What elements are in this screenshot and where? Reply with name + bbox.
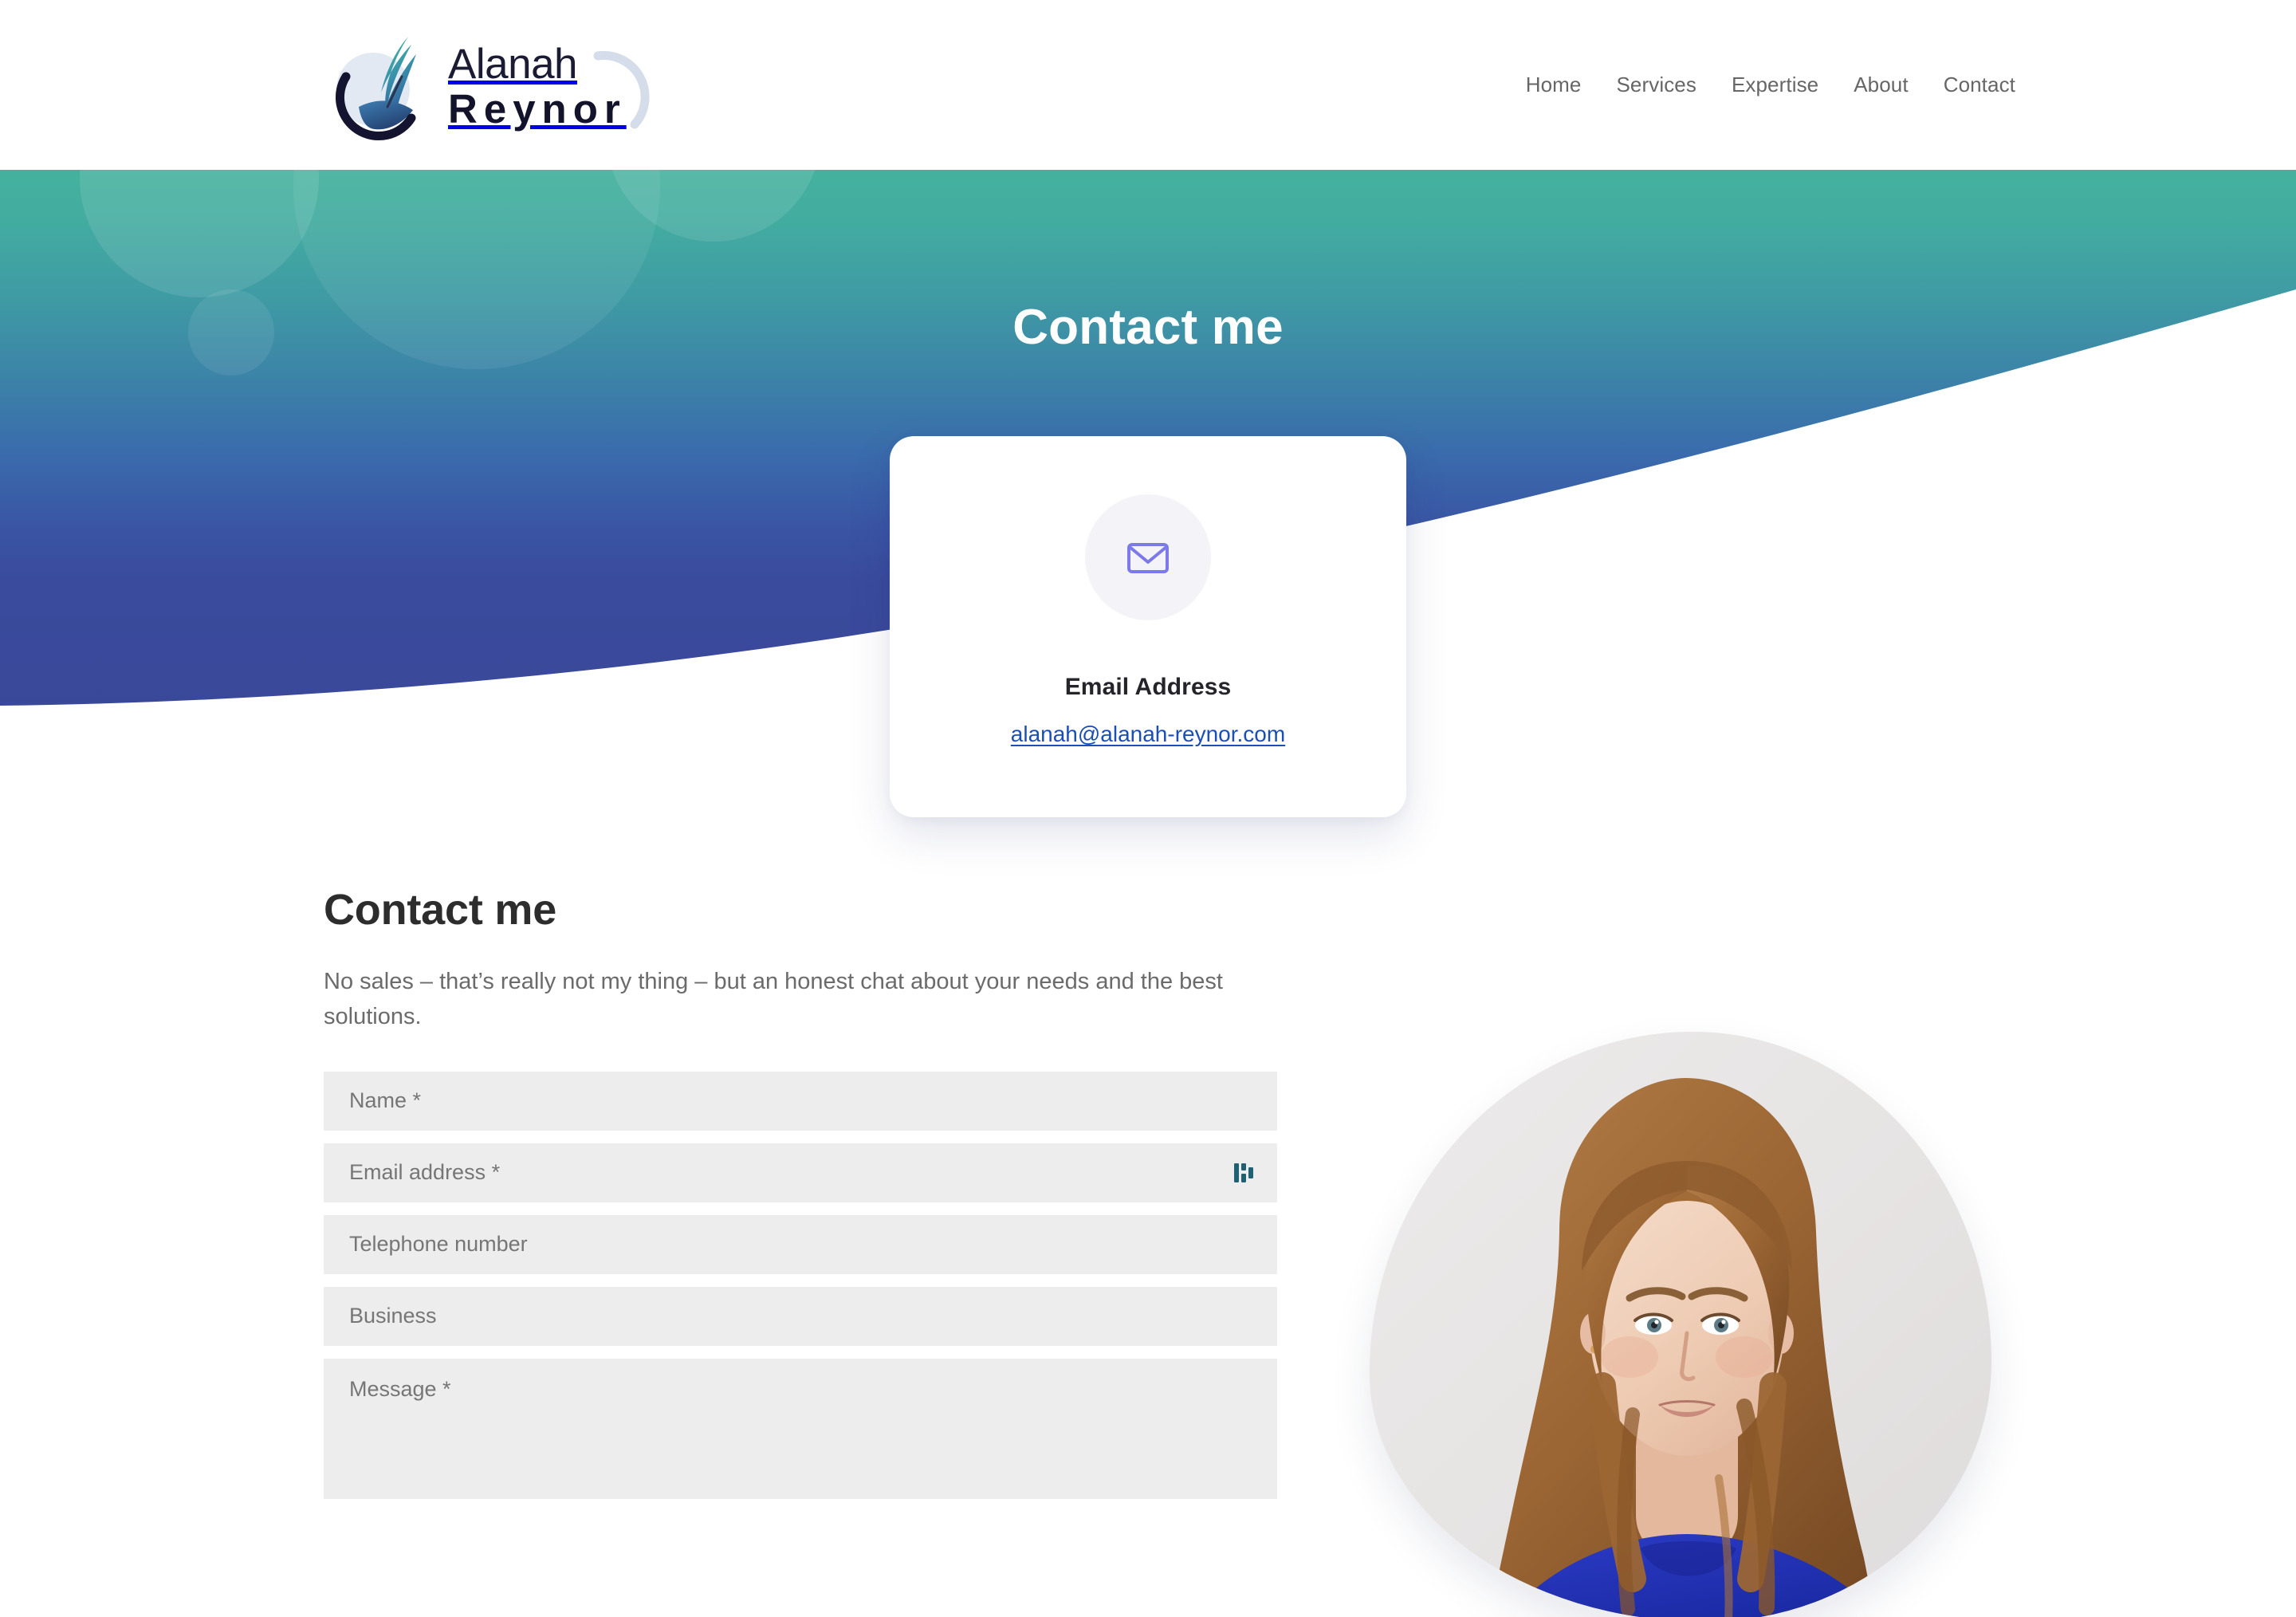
email-input-placeholder: Email address * <box>349 1160 501 1185</box>
main-navigation: Home Services Expertise About Contact <box>1526 0 2015 170</box>
password-manager-icon[interactable] <box>1233 1161 1255 1185</box>
section-heading: Contact me <box>324 886 557 934</box>
email-address-link[interactable]: alanah@alanah-reynor.com <box>1011 722 1285 747</box>
nav-item-services[interactable]: Services <box>1616 73 1696 97</box>
contact-form-column: Contact me No sales – that’s really not … <box>324 886 1277 1512</box>
email-card-heading: Email Address <box>1064 674 1232 700</box>
logo-last-name: Reynor <box>448 86 627 132</box>
logo-first-name: Alanah <box>448 41 578 88</box>
nav-item-expertise[interactable]: Expertise <box>1732 73 1818 97</box>
form-row-telephone: Telephone number <box>324 1214 1277 1274</box>
form-row-email: Email address * <box>324 1143 1277 1202</box>
portrait-blob-mask <box>1370 1032 1991 1617</box>
envelope-icon <box>1085 494 1211 620</box>
business-input[interactable]: Business <box>324 1286 1277 1346</box>
feather-quill-icon <box>325 30 445 142</box>
site-logo[interactable]: Alanah Reynor <box>325 30 668 142</box>
contact-form: Name * Email address * Telephone number … <box>324 1071 1277 1499</box>
nav-item-home[interactable]: Home <box>1526 73 1582 97</box>
contact-page: Alanah Reynor Home Services Expertise Ab… <box>0 0 2296 1617</box>
business-input-placeholder: Business <box>349 1304 437 1328</box>
portrait-photo <box>1370 1032 1991 1617</box>
nav-item-about[interactable]: About <box>1854 73 1908 97</box>
email-address-card: Email Address alanah@alanah-reynor.com <box>890 436 1406 817</box>
name-input-placeholder: Name * <box>349 1088 422 1113</box>
message-textarea-placeholder: Message * <box>349 1376 451 1401</box>
message-textarea[interactable]: Message * <box>324 1358 1277 1499</box>
email-input[interactable]: Email address * <box>324 1143 1277 1202</box>
form-row-name: Name * <box>324 1071 1277 1131</box>
site-header: Alanah Reynor Home Services Expertise Ab… <box>0 0 2296 170</box>
telephone-input[interactable]: Telephone number <box>324 1214 1277 1274</box>
nav-item-contact[interactable]: Contact <box>1944 73 2015 97</box>
form-row-message: Message * <box>324 1358 1277 1499</box>
form-row-business: Business <box>324 1286 1277 1346</box>
logo-wordmark: Alanah Reynor <box>448 41 650 132</box>
telephone-input-placeholder: Telephone number <box>349 1232 528 1257</box>
section-intro-text: No sales – that’s really not my thing – … <box>324 969 1223 1030</box>
page-title: Contact me <box>1012 300 1284 355</box>
name-input[interactable]: Name * <box>324 1071 1277 1131</box>
